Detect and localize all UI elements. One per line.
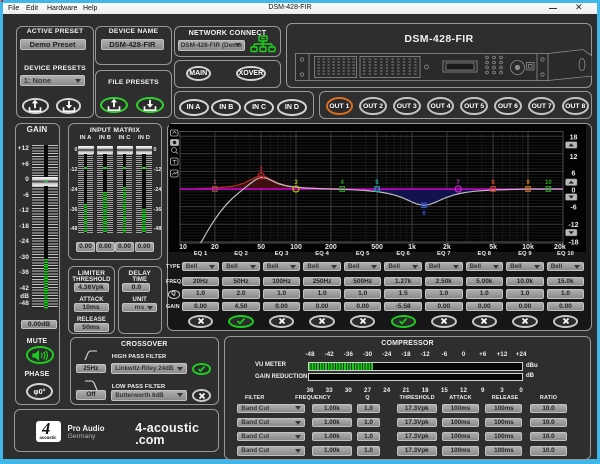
svg-text:20: 20: [211, 244, 219, 251]
svg-text:12: 12: [570, 154, 578, 161]
svg-text:5k: 5k: [489, 244, 497, 251]
svg-text:1k: 1k: [408, 244, 416, 251]
svg-text:10: 10: [179, 244, 187, 251]
svg-text:6: 6: [572, 170, 576, 177]
svg-text:18: 18: [570, 134, 578, 141]
svg-text:20k: 20k: [554, 244, 566, 251]
svg-text:10: 10: [545, 180, 552, 186]
svg-text:50: 50: [257, 244, 265, 251]
svg-text:10k: 10k: [522, 244, 534, 251]
svg-text:-12: -12: [568, 222, 578, 229]
svg-text:-6: -6: [570, 204, 576, 211]
svg-text:100: 100: [290, 244, 302, 251]
svg-text:-18: -18: [568, 239, 578, 246]
svg-text:200: 200: [325, 244, 337, 251]
svg-text:2k: 2k: [443, 244, 451, 251]
svg-text:500: 500: [371, 244, 383, 251]
svg-text:0: 0: [572, 187, 576, 194]
